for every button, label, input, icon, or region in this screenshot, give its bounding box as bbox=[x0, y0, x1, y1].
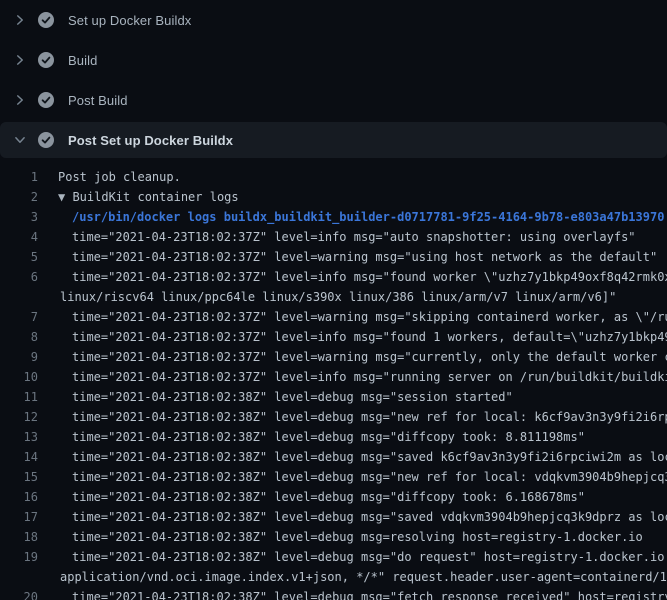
log-line: 7 time="2021-04-23T18:02:37Z" level=warn… bbox=[0, 307, 667, 327]
log-line-text: time="2021-04-23T18:02:38Z" level=debug … bbox=[46, 507, 667, 527]
log-line-text: time="2021-04-23T18:02:38Z" level=debug … bbox=[46, 547, 667, 567]
collapse-caret-icon: ▼ bbox=[58, 190, 72, 204]
step-title: Set up Docker Buildx bbox=[68, 13, 191, 28]
check-circle-icon bbox=[38, 12, 54, 28]
log-line-number[interactable]: 2 bbox=[0, 187, 46, 207]
log-line: 3 /usr/bin/docker logs buildx_buildkit_b… bbox=[0, 207, 667, 227]
log-line: 6 time="2021-04-23T18:02:37Z" level=info… bbox=[0, 267, 667, 287]
log-line: 11 time="2021-04-23T18:02:38Z" level=deb… bbox=[0, 387, 667, 407]
log-line-text: time="2021-04-23T18:02:37Z" level=warnin… bbox=[46, 247, 657, 267]
log-line-text: time="2021-04-23T18:02:38Z" level=debug … bbox=[46, 387, 513, 407]
log-line-text: time="2021-04-23T18:02:37Z" level=info m… bbox=[46, 367, 667, 387]
chevron-right-icon bbox=[14, 94, 26, 106]
log-line: linux/riscv64 linux/ppc64le linux/s390x … bbox=[0, 287, 667, 307]
log-line-text[interactable]: ▼ BuildKit container logs bbox=[46, 187, 239, 207]
log-line-number[interactable]: 15 bbox=[0, 467, 46, 487]
step-title: Post Build bbox=[68, 93, 128, 108]
log-line-text: time="2021-04-23T18:02:37Z" level=warnin… bbox=[46, 347, 667, 367]
check-circle-icon bbox=[38, 92, 54, 108]
log-line-number[interactable]: 1 bbox=[0, 167, 46, 187]
check-circle-icon bbox=[38, 132, 54, 148]
log-line-number[interactable]: 4 bbox=[0, 227, 46, 247]
log-line-text: time="2021-04-23T18:02:38Z" level=debug … bbox=[46, 587, 667, 600]
log-line-number[interactable]: 16 bbox=[0, 487, 46, 507]
log-line-number[interactable]: 8 bbox=[0, 327, 46, 347]
step-log-output: 1 Post job cleanup. 2 ▼ BuildKit contain… bbox=[0, 158, 667, 600]
workflow-steps-list: Set up Docker Buildx Build Post Build bbox=[0, 0, 667, 158]
log-line-text: /usr/bin/docker logs buildx_buildkit_bui… bbox=[46, 207, 664, 227]
log-line-number[interactable]: 11 bbox=[0, 387, 46, 407]
log-line-number[interactable]: 18 bbox=[0, 527, 46, 547]
log-line-text: time="2021-04-23T18:02:37Z" level=info m… bbox=[46, 267, 667, 287]
log-line: 4 time="2021-04-23T18:02:37Z" level=info… bbox=[0, 227, 667, 247]
log-line: 18 time="2021-04-23T18:02:38Z" level=deb… bbox=[0, 527, 667, 547]
log-line-text: time="2021-04-23T18:02:37Z" level=info m… bbox=[46, 227, 636, 247]
log-line-text: time="2021-04-23T18:02:38Z" level=debug … bbox=[46, 407, 667, 427]
log-line-text: time="2021-04-23T18:02:38Z" level=debug … bbox=[46, 447, 667, 467]
log-line: 20 time="2021-04-23T18:02:38Z" level=deb… bbox=[0, 587, 667, 600]
log-line: 8 time="2021-04-23T18:02:37Z" level=info… bbox=[0, 327, 667, 347]
step-title: Post Set up Docker Buildx bbox=[68, 133, 233, 148]
log-line-number bbox=[0, 287, 46, 307]
log-line-number[interactable]: 5 bbox=[0, 247, 46, 267]
chevron-right-icon bbox=[14, 14, 26, 26]
log-line-number[interactable]: 19 bbox=[0, 547, 46, 567]
log-line: 9 time="2021-04-23T18:02:37Z" level=warn… bbox=[0, 347, 667, 367]
log-line-text: linux/riscv64 linux/ppc64le linux/s390x … bbox=[46, 287, 616, 307]
log-line-number[interactable]: 3 bbox=[0, 207, 46, 227]
chevron-right-icon bbox=[14, 54, 26, 66]
log-line-text: Post job cleanup. bbox=[46, 167, 181, 187]
log-line: 12 time="2021-04-23T18:02:38Z" level=deb… bbox=[0, 407, 667, 427]
log-line: 16 time="2021-04-23T18:02:38Z" level=deb… bbox=[0, 487, 667, 507]
log-line-number bbox=[0, 567, 46, 587]
log-line: 14 time="2021-04-23T18:02:38Z" level=deb… bbox=[0, 447, 667, 467]
log-line: 17 time="2021-04-23T18:02:38Z" level=deb… bbox=[0, 507, 667, 527]
log-line-number[interactable]: 20 bbox=[0, 587, 46, 600]
step-header-post-build[interactable]: Post Build bbox=[0, 80, 667, 120]
log-line-number[interactable]: 13 bbox=[0, 427, 46, 447]
log-line-number[interactable]: 9 bbox=[0, 347, 46, 367]
log-line-text: time="2021-04-23T18:02:37Z" level=info m… bbox=[46, 327, 667, 347]
step-title: Build bbox=[68, 53, 97, 68]
step-header-post-set-up-docker-buildx[interactable]: Post Set up Docker Buildx bbox=[0, 122, 667, 158]
log-line-number[interactable]: 14 bbox=[0, 447, 46, 467]
log-line-text: time="2021-04-23T18:02:38Z" level=debug … bbox=[46, 427, 585, 447]
log-line: 2 ▼ BuildKit container logs bbox=[0, 187, 667, 207]
log-line: 5 time="2021-04-23T18:02:37Z" level=warn… bbox=[0, 247, 667, 267]
log-line-text: time="2021-04-23T18:02:38Z" level=debug … bbox=[46, 467, 667, 487]
log-line-number[interactable]: 10 bbox=[0, 367, 46, 387]
log-line-text: time="2021-04-23T18:02:38Z" level=debug … bbox=[46, 527, 643, 547]
chevron-down-icon bbox=[14, 134, 26, 146]
step-header-build[interactable]: Build bbox=[0, 40, 667, 80]
step-header-set-up-docker-buildx[interactable]: Set up Docker Buildx bbox=[0, 0, 667, 40]
log-line: 15 time="2021-04-23T18:02:38Z" level=deb… bbox=[0, 467, 667, 487]
log-line-text: time="2021-04-23T18:02:37Z" level=warnin… bbox=[46, 307, 667, 327]
log-line: 1 Post job cleanup. bbox=[0, 167, 667, 187]
log-line-number[interactable]: 6 bbox=[0, 267, 46, 287]
log-line: 10 time="2021-04-23T18:02:37Z" level=inf… bbox=[0, 367, 667, 387]
check-circle-icon bbox=[38, 52, 54, 68]
log-line: 19 time="2021-04-23T18:02:38Z" level=deb… bbox=[0, 547, 667, 567]
log-line-number[interactable]: 17 bbox=[0, 507, 46, 527]
log-line-number[interactable]: 7 bbox=[0, 307, 46, 327]
log-line-text: time="2021-04-23T18:02:38Z" level=debug … bbox=[46, 487, 585, 507]
log-line-text: application/vnd.oci.image.index.v1+json,… bbox=[46, 567, 667, 587]
log-line: application/vnd.oci.image.index.v1+json,… bbox=[0, 567, 667, 587]
log-line-number[interactable]: 12 bbox=[0, 407, 46, 427]
log-line: 13 time="2021-04-23T18:02:38Z" level=deb… bbox=[0, 427, 667, 447]
